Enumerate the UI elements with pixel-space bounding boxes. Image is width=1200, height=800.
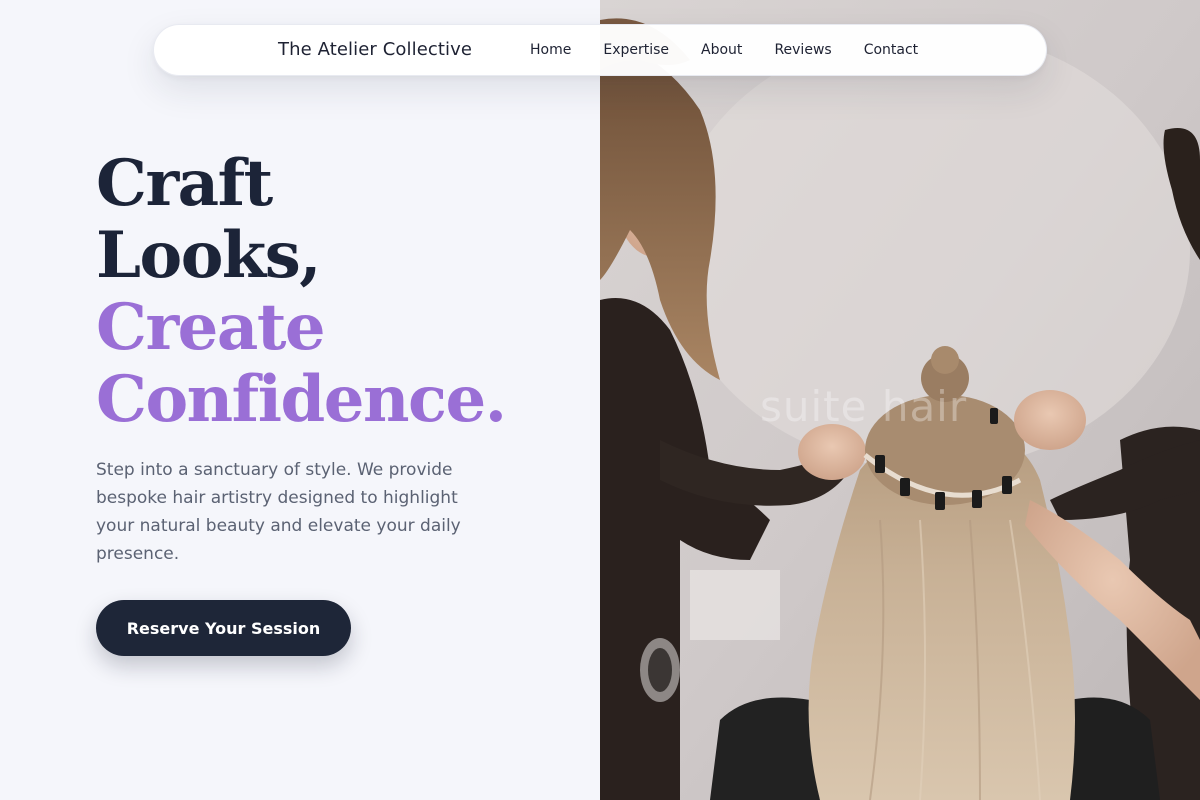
hero-left-panel: Craft Looks, Create Confidence. Step int… [0, 0, 600, 800]
nav-link-reviews[interactable]: Reviews [774, 42, 831, 58]
top-navbar: The Atelier Collective Home Expertise Ab… [153, 24, 1047, 76]
nav-link-home[interactable]: Home [530, 42, 571, 58]
hero-description: Step into a sanctuary of style. We provi… [96, 460, 461, 564]
nav-link-expertise[interactable]: Expertise [603, 42, 669, 58]
brand-logo-text[interactable]: The Atelier Collective [278, 39, 472, 60]
photo-watermark: suite hair [760, 382, 968, 431]
hero-photo: suite hair [600, 0, 1200, 800]
nav-link-contact[interactable]: Contact [864, 42, 918, 58]
headline-line-1: Craft [96, 146, 273, 221]
headline-line-4: Confidence. [96, 362, 507, 437]
nav-link-about[interactable]: About [701, 42, 742, 58]
reserve-session-button[interactable]: Reserve Your Session [96, 600, 351, 656]
headline-line-2: Looks, [96, 218, 322, 293]
page: Craft Looks, Create Confidence. Step int… [0, 0, 1200, 800]
nav-links: Home Expertise About Reviews Contact [530, 42, 918, 58]
hero-headline: Craft Looks, Create Confidence. [96, 146, 507, 437]
headline-line-3: Create [96, 290, 326, 365]
